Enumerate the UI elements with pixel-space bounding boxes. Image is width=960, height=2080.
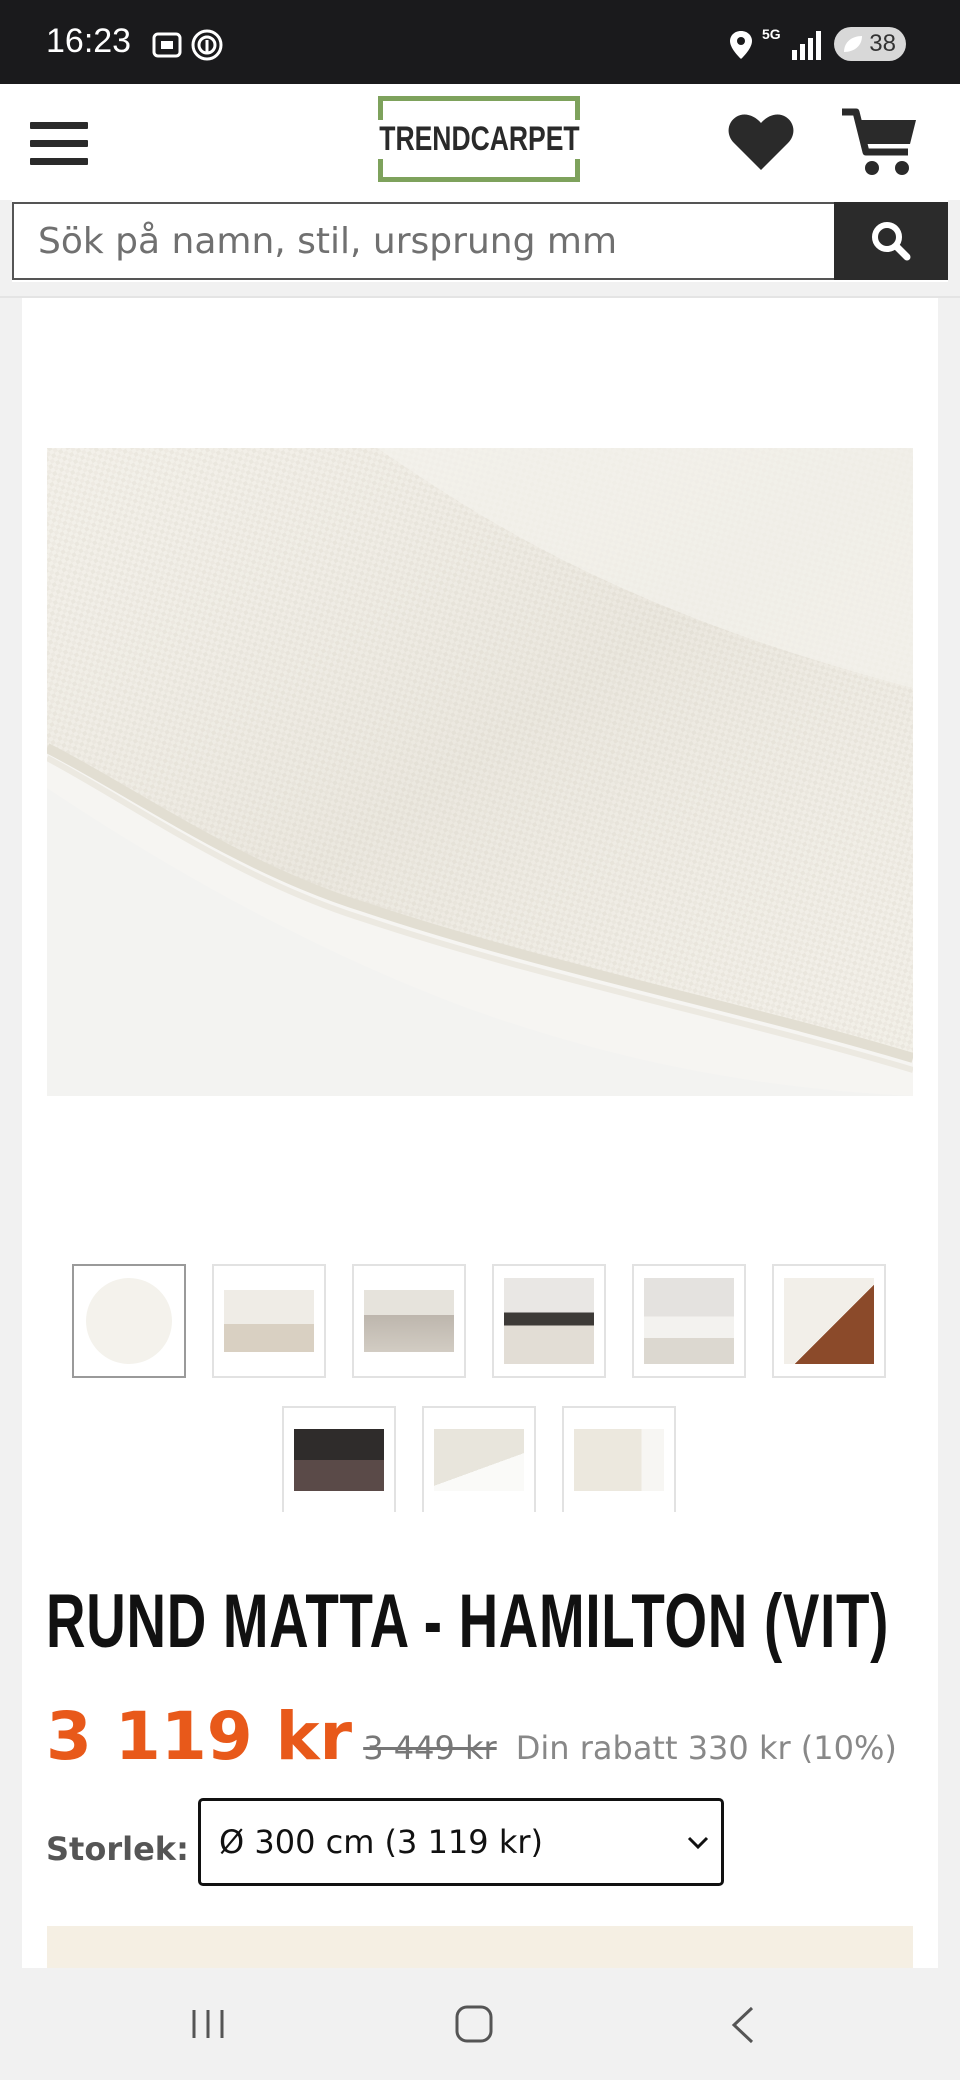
search-input[interactable]	[12, 202, 834, 280]
price-row: 3 119 kr 3 449 kr Din rabatt 330 kr (10%…	[46, 1698, 897, 1775]
thumbnail-3[interactable]	[352, 1264, 466, 1378]
thumbnail-8[interactable]	[422, 1406, 536, 1512]
status-time: 16:23	[46, 22, 132, 60]
thumbnail-closeup-image	[574, 1429, 664, 1491]
thumbnail-dark-room-image	[294, 1429, 384, 1491]
hamburger-icon-bar	[30, 140, 88, 147]
screenshot-icon	[152, 32, 182, 58]
thumbnail-table-image	[504, 1278, 594, 1364]
signal-icon	[792, 31, 821, 60]
site-header: TRENDCARPET	[0, 84, 960, 200]
home-icon[interactable]	[454, 2004, 494, 2044]
original-price: 3 449 kr	[363, 1729, 497, 1767]
search-icon	[872, 222, 911, 261]
site-logo[interactable]: TRENDCARPET	[375, 96, 583, 182]
thumbnail-2[interactable]	[212, 1264, 326, 1378]
promo-banner	[47, 1926, 913, 1968]
logo-text: TRENDCARPET	[375, 119, 583, 159]
search-bar	[12, 200, 948, 282]
search-button[interactable]	[834, 202, 948, 280]
thumbnail-9[interactable]	[562, 1406, 676, 1512]
thumbnail-1[interactable]	[72, 1264, 186, 1378]
product-main-image[interactable]	[47, 448, 913, 1096]
thumbnail-round-rug	[86, 1278, 172, 1364]
thumbnail-texture-image	[434, 1429, 524, 1491]
thumbnail-4[interactable]	[492, 1264, 606, 1378]
current-price: 3 119 kr	[46, 1698, 353, 1775]
product-title: RUND MATTA - HAMILTON (VIT)	[46, 1579, 890, 1664]
system-nav-bar	[0, 1968, 960, 2080]
hamburger-icon-bar	[30, 158, 88, 165]
heart-icon[interactable]	[726, 112, 796, 174]
thumbnail-room-image	[224, 1290, 314, 1352]
size-select-value: Ø 300 cm (3 119 kr)	[219, 1823, 543, 1861]
thumbnail-floor-image	[784, 1278, 874, 1364]
chevron-down-icon	[687, 1836, 709, 1850]
rug-texture-image	[47, 448, 913, 1096]
size-select[interactable]: Ø 300 cm (3 119 kr)	[198, 1798, 724, 1886]
cart-icon[interactable]	[840, 106, 920, 180]
back-icon[interactable]	[728, 2004, 758, 2046]
thumbnail-room-image	[364, 1290, 454, 1352]
thumbnail-5[interactable]	[632, 1264, 746, 1378]
fingerprint-icon	[191, 29, 223, 61]
thumbnail-6[interactable]	[772, 1264, 886, 1378]
battery-level: 38	[869, 30, 896, 57]
battery-indicator: 38	[834, 27, 906, 61]
power-saving-icon	[844, 36, 862, 52]
network-type: 5G	[762, 26, 781, 42]
menu-button[interactable]	[30, 122, 88, 166]
location-icon	[730, 31, 752, 59]
thumbnail-7[interactable]	[282, 1406, 396, 1512]
product-card: RUND MATTA - HAMILTON (VIT) 3 119 kr 3 4…	[22, 298, 938, 1968]
size-label: Storlek:	[46, 1830, 189, 1868]
thumbnail-sofa-image	[644, 1278, 734, 1364]
recent-apps-icon[interactable]	[188, 2006, 228, 2042]
hamburger-icon-bar	[30, 122, 88, 129]
discount-text: Din rabatt 330 kr (10%)	[515, 1729, 897, 1767]
status-bar: 16:23 5G 38	[0, 0, 960, 84]
